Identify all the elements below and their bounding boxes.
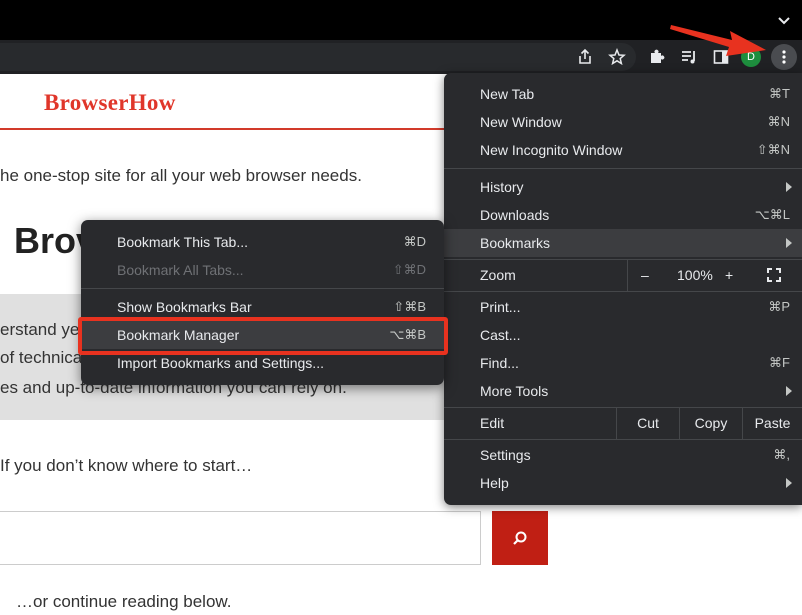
paste-button[interactable]: Paste: [742, 407, 802, 439]
zoom-in-button[interactable]: +: [725, 267, 733, 283]
kebab-menu-button[interactable]: [771, 44, 797, 70]
menu-item-shortcut: ⌥⌘L: [754, 207, 790, 222]
menu-item-label: Find...: [480, 355, 519, 371]
menu-item-shortcut: ⌘P: [768, 299, 790, 314]
menu-item-shortcut: ⇧⌘N: [756, 142, 790, 157]
intro-line: of technical: [0, 348, 86, 367]
menu-item-new-tab[interactable]: New Tab ⌘T: [444, 80, 802, 108]
submenu-item-label: Bookmark This Tab...: [117, 234, 248, 250]
submenu-item-label: Import Bookmarks and Settings...: [117, 355, 324, 371]
submenu-item-label: Bookmark All Tabs...: [117, 262, 244, 278]
menu-item-label: New Tab: [480, 86, 535, 102]
menu-item-label: Downloads: [480, 207, 550, 223]
menu-item-shortcut: ⌘F: [769, 355, 790, 370]
kebab-menu-icon: [782, 50, 786, 64]
star-icon[interactable]: [608, 48, 626, 66]
menu-item-label: Settings: [480, 447, 531, 463]
intro-line: erstand ye: [0, 320, 80, 339]
annotation-arrow-icon: [670, 25, 766, 56]
menu-item-new-incognito-window[interactable]: New Incognito Window ⇧⌘N: [444, 136, 802, 164]
zoom-label: Zoom: [480, 267, 516, 283]
menu-item-bookmarks[interactable]: Bookmarks: [444, 229, 802, 257]
menu-item-cast[interactable]: Cast...: [444, 321, 802, 349]
submenu-item-bookmark-all-tabs: Bookmark All Tabs... ⇧⌘D: [81, 256, 444, 284]
menu-item-label: Bookmarks: [480, 235, 551, 251]
menu-zoom-row: Zoom – 100% +: [444, 259, 802, 291]
cut-button[interactable]: Cut: [616, 407, 679, 439]
menu-item-more-tools[interactable]: More Tools: [444, 377, 802, 405]
zoom-controls: – 100% +: [627, 259, 802, 291]
start-text: If you don’t know where to start…: [0, 456, 253, 475]
menu-item-label: New Window: [480, 114, 562, 130]
submenu-arrow-icon: [786, 386, 792, 396]
submenu-arrow-icon: [786, 238, 792, 248]
menu-divider: [444, 291, 802, 292]
submenu-divider: [81, 288, 444, 289]
submenu-item-shortcut: ⌘D: [403, 234, 426, 249]
submenu-item-shortcut: ⇧⌘B: [393, 299, 426, 314]
submenu-arrow-icon: [786, 182, 792, 192]
menu-item-label: Cast...: [480, 327, 521, 343]
menu-item-print[interactable]: Print... ⌘P: [444, 293, 802, 321]
menu-edit-row: Edit Cut Copy Paste: [444, 407, 802, 439]
site-search-input[interactable]: [0, 511, 481, 565]
menu-item-new-window[interactable]: New Window ⌘N: [444, 108, 802, 136]
share-icon[interactable]: [576, 48, 594, 66]
copy-button[interactable]: Copy: [679, 407, 742, 439]
menu-item-help[interactable]: Help: [444, 469, 802, 497]
fullscreen-icon[interactable]: [766, 267, 782, 283]
submenu-item-label: Show Bookmarks Bar: [117, 299, 252, 315]
submenu-item-shortcut: ⇧⌘D: [392, 262, 426, 277]
search-icon: [513, 531, 527, 545]
submenu-arrow-icon: [786, 478, 792, 488]
submenu-item-bookmark-this-tab[interactable]: Bookmark This Tab... ⌘D: [81, 228, 444, 256]
edit-label: Edit: [480, 415, 505, 431]
highlight-box: [78, 317, 448, 355]
zoom-out-button[interactable]: –: [641, 267, 649, 283]
menu-item-find[interactable]: Find... ⌘F: [444, 349, 802, 377]
menu-item-history[interactable]: History: [444, 173, 802, 201]
tagline: he one-stop site for all your web browse…: [0, 166, 362, 185]
chevron-down-icon[interactable]: [776, 12, 792, 28]
menu-item-shortcut: ⌘,: [773, 447, 790, 462]
menu-divider: [444, 439, 802, 440]
continue-text: …or continue reading below.: [16, 592, 232, 611]
menu-item-shortcut: ⌘N: [767, 114, 790, 129]
menu-item-settings[interactable]: Settings ⌘,: [444, 441, 802, 469]
bookmarks-submenu: Bookmark This Tab... ⌘D Bookmark All Tab…: [81, 220, 444, 385]
site-search-button[interactable]: [492, 511, 548, 565]
menu-item-label: Print...: [480, 299, 521, 315]
site-logo[interactable]: BrowserHow: [44, 90, 176, 116]
menu-item-downloads[interactable]: Downloads ⌥⌘L: [444, 201, 802, 229]
puzzle-icon[interactable]: [648, 48, 666, 66]
menu-item-label: History: [480, 179, 524, 195]
menu-item-label: New Incognito Window: [480, 142, 623, 158]
menu-divider: [444, 168, 802, 169]
menu-item-shortcut: ⌘T: [769, 86, 790, 101]
chrome-main-menu: New Tab ⌘T New Window ⌘N New Incognito W…: [444, 73, 802, 505]
menu-item-label: Help: [480, 475, 509, 491]
menu-item-label: More Tools: [480, 383, 549, 399]
zoom-level: 100%: [677, 267, 713, 283]
address-bar[interactable]: [0, 43, 636, 71]
